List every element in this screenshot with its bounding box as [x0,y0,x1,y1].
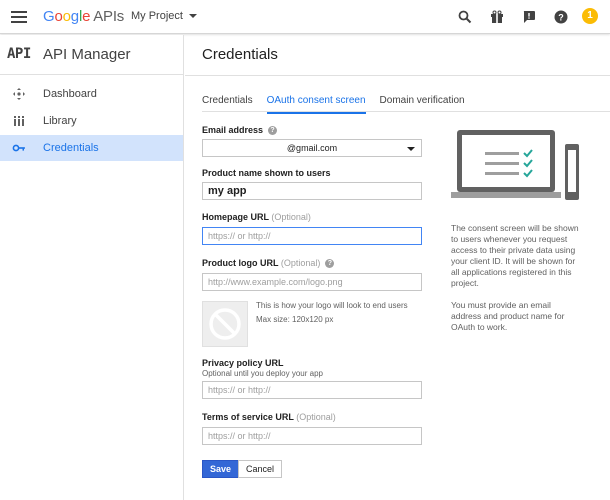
sidebar-item-label: Credentials [43,142,99,154]
api-logo-icon: API [7,46,31,62]
chevron-down-icon [407,147,415,151]
page-title: Credentials [202,46,278,63]
sidebar-item-label: Dashboard [43,88,97,100]
logo-size-hint: Max size: 120x120 px [256,315,334,324]
library-icon [12,114,26,128]
tab-credentials[interactable]: Credentials [202,95,253,112]
cancel-button[interactable]: Cancel [238,460,283,478]
tos-label-text: Terms of service URL [202,412,294,422]
help-icon[interactable]: ? [325,259,335,269]
product-name-label: Product name shown to users [202,168,331,178]
search-icon[interactable] [456,8,474,26]
sidebar-item-library[interactable]: Library [0,108,183,134]
key-icon [12,141,26,155]
laptop-checklist-icon [451,130,579,200]
optional-tag: (Optional) [271,212,311,222]
terms-of-service-label: Terms of service URL (Optional) [202,412,336,422]
consent-info: The consent screen will be shown to user… [451,223,581,344]
logo-preview [202,301,248,347]
project-selector[interactable]: My Project [131,10,197,22]
product-logo-url-label: Product logo URL (Optional)? [202,258,335,269]
homepage-url-input[interactable]: https:// or http:// [202,227,422,245]
help-icon[interactable]: ? [552,8,570,26]
privacy-policy-input[interactable]: https:// or http:// [202,381,422,399]
info-paragraph: The consent screen will be shown to user… [451,223,579,288]
no-image-icon [209,308,241,340]
help-icon[interactable]: ? [268,126,278,136]
divider [202,111,610,112]
sidebar: API API Manager Dashboard Library Creden… [0,35,184,500]
privacy-policy-label: Privacy policy URL [202,358,284,368]
optional-tag: (Optional) [296,412,336,422]
logo-label-text: Product logo URL [202,258,279,268]
email-select[interactable]: @gmail.com [202,139,422,157]
notifications-icon[interactable] [520,8,538,26]
sidebar-item-label: Library [43,115,77,127]
project-name: My Project [131,10,183,22]
terms-of-service-input[interactable]: https:// or http:// [202,427,422,445]
top-app-bar: Google APIs My Project ? 1 [0,0,610,34]
dashboard-icon [12,87,26,101]
product-logo-url-input[interactable]: http://www.example.com/logo.png [202,273,422,291]
email-value: @gmail.com [286,143,338,153]
info-paragraph: You must provide an email address and pr… [451,300,565,332]
sidebar-item-credentials[interactable]: Credentials [0,135,183,161]
email-label: Email address? [202,125,278,136]
product-name-input[interactable]: my app [202,182,422,200]
consent-screen-illustration [451,128,581,208]
main-content: Credentials Credentials OAuth consent scr… [185,35,610,500]
chevron-down-icon [188,14,197,19]
gift-icon[interactable] [488,8,506,26]
sidebar-header: API API Manager [0,35,183,75]
email-label-text: Email address [202,125,264,135]
privacy-policy-sub: Optional until you deploy your app [202,369,323,378]
logo-hint-text: This is how your logo will look to end u… [256,301,408,310]
menu-icon[interactable] [11,11,27,23]
avatar-initial: 1 [582,8,598,24]
optional-tag: (Optional) [280,258,321,268]
svg-text:?: ? [558,13,564,23]
homepage-label-text: Homepage URL [202,212,269,222]
divider [185,75,610,76]
sidebar-title: API Manager [43,46,131,63]
tab-domain-verification[interactable]: Domain verification [380,95,465,112]
homepage-url-label: Homepage URL (Optional) [202,212,311,222]
save-button[interactable]: Save [202,460,240,478]
google-apis-logo[interactable]: Google APIs [43,8,124,25]
account-avatar[interactable]: 1 [582,8,600,26]
sidebar-item-dashboard[interactable]: Dashboard [0,81,183,107]
